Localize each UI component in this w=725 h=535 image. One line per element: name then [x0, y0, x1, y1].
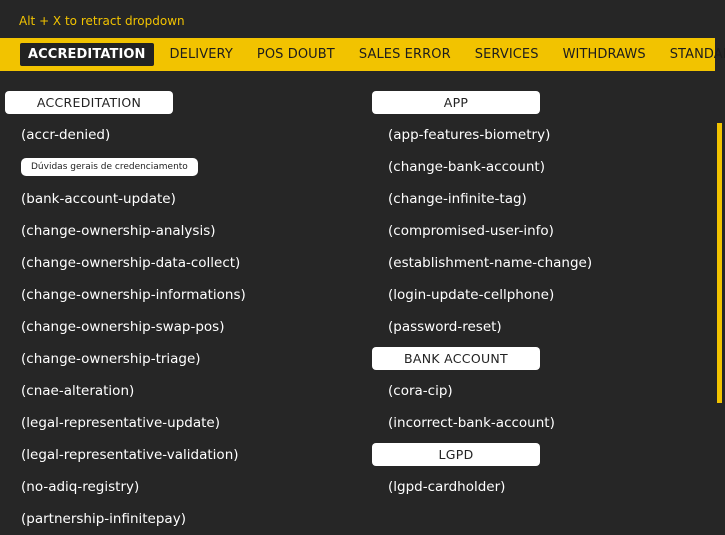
tooltip-label[interactable]: Dúvidas gerais de credenciamento — [21, 158, 198, 176]
list-item[interactable]: (change-ownership-analysis) — [5, 215, 246, 247]
list-item[interactable]: (legal-representative-validation) — [5, 439, 246, 471]
category-tab-bar: ACCREDITATION DELIVERY POS DOUBT SALES E… — [0, 38, 725, 71]
accreditation-column: ACCREDITATION (accr-denied) Dúvidas gera… — [5, 91, 246, 535]
list-item[interactable]: (login-update-cellphone) — [372, 279, 592, 311]
tab-delivery[interactable]: DELIVERY — [170, 47, 233, 62]
keyboard-hint: Alt + X to retract dropdown — [19, 14, 185, 28]
list-item[interactable]: (app-features-biometry) — [372, 119, 592, 151]
list-item[interactable]: (bank-account-update) — [5, 183, 246, 215]
tab-sales-error[interactable]: SALES ERROR — [359, 47, 451, 62]
scrollbar-thumb[interactable] — [717, 123, 722, 403]
list-item[interactable]: (legal-representative-update) — [5, 407, 246, 439]
tab-withdraws[interactable]: WITHDRAWS — [563, 47, 646, 62]
list-item[interactable]: (change-ownership-informations) — [5, 279, 246, 311]
list-item[interactable]: (change-ownership-swap-pos) — [5, 311, 246, 343]
list-item[interactable]: (cnae-alteration) — [5, 375, 246, 407]
list-item[interactable]: (partnership-infinitepay) — [5, 503, 246, 535]
list-item[interactable]: (cora-cip) — [372, 375, 592, 407]
list-item[interactable]: (establishment-name-change) — [372, 247, 592, 279]
tooltip-row: Dúvidas gerais de credenciamento — [5, 151, 246, 183]
list-item[interactable]: (accr-denied) — [5, 119, 246, 151]
list-item[interactable]: (no-adiq-registry) — [5, 471, 246, 503]
list-item[interactable]: (password-reset) — [372, 311, 592, 343]
list-item[interactable]: (compromised-user-info) — [372, 215, 592, 247]
app-column: APP (app-features-biometry) (change-bank… — [372, 91, 592, 503]
list-item[interactable]: (change-ownership-triage) — [5, 343, 246, 375]
list-item[interactable]: (lgpd-cardholder) — [372, 471, 592, 503]
list-item[interactable]: (change-bank-account) — [372, 151, 592, 183]
section-header-app: APP — [372, 91, 540, 114]
tab-standalone[interactable]: STANDALONE — [670, 47, 725, 62]
tab-pos-doubt[interactable]: POS DOUBT — [257, 47, 335, 62]
list-item[interactable]: (change-infinite-tag) — [372, 183, 592, 215]
section-header-bank-account: BANK ACCOUNT — [372, 347, 540, 370]
section-header-accreditation: ACCREDITATION — [5, 91, 173, 114]
list-item[interactable]: (incorrect-bank-account) — [372, 407, 592, 439]
section-header-lgpd: LGPD — [372, 443, 540, 466]
tab-accreditation[interactable]: ACCREDITATION — [20, 43, 154, 66]
tab-services[interactable]: SERVICES — [475, 47, 539, 62]
list-item[interactable]: (change-ownership-data-collect) — [5, 247, 246, 279]
